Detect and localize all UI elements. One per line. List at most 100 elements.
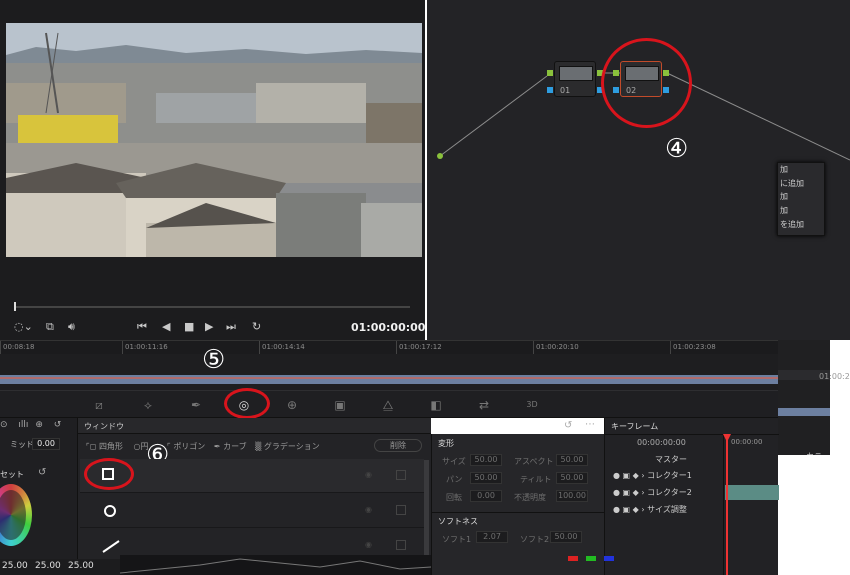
field-label: ソフト2 [520, 535, 550, 544]
keyframe-row[interactable]: ● ▣ ◆ › サイズ調整 [613, 504, 687, 515]
polygon-tool[interactable]: ⌜ ポリゴン [167, 442, 205, 451]
rectangle-tool[interactable]: ⌜◻ 四角形 [86, 442, 123, 451]
magic-mask-icon[interactable]: ▣ [329, 396, 351, 414]
red-channel-indicator [568, 556, 578, 561]
divider [723, 434, 724, 575]
toggle-icon[interactable]: ◉ [365, 470, 372, 479]
node-key-input-icon[interactable] [547, 87, 553, 93]
qualifier-icon[interactable]: ⟡ [137, 396, 159, 414]
curve-tool[interactable]: ✒ カーブ [214, 442, 247, 451]
opacity-field[interactable]: 100.00 [556, 490, 588, 502]
rotation-field[interactable]: 0.00 [470, 490, 502, 502]
keyframe-title: キーフレーム [611, 422, 659, 431]
aspect-field[interactable]: 50.00 [556, 454, 588, 466]
scope-icon[interactable]: ⊕ [35, 420, 43, 430]
more-options-icon[interactable]: ⋯ [585, 419, 595, 430]
viewer-panel: ◌⌄ ⧉ 🔊︎ ⏮ ◀ ■ ▶ ⏭ ↻ 01:00:00:00 [0, 0, 425, 340]
context-menu-item[interactable]: を追加 [778, 218, 824, 232]
toggle-icon[interactable]: ◉ [365, 505, 372, 514]
context-menu[interactable]: 加 に追加 加 加 を追加 [777, 162, 825, 236]
curves-icon[interactable]: ⧄ [88, 396, 110, 414]
node-thumbnail [559, 66, 593, 81]
loop-icon[interactable]: ↻ [252, 320, 261, 333]
window-tool-row: ⌜◻ 四角形 ○円 ⌜ ポリゴン ✒ カーブ ▒ グラデーション [86, 441, 386, 452]
tilt-field[interactable]: 50.00 [556, 472, 588, 484]
speaker-icon[interactable]: 🔊︎ [68, 320, 75, 334]
annotation-4: ④ [665, 134, 689, 164]
highlight-circle-window [224, 388, 270, 419]
page-margin [830, 455, 850, 575]
keyframe-row[interactable]: ● ▣ ◆ › コレクター2 [613, 487, 692, 498]
play-icon[interactable]: ▶ [205, 320, 213, 333]
scope-graph [120, 558, 431, 574]
size-field[interactable]: 50.00 [470, 454, 502, 466]
soft1-field[interactable]: 2.07 [476, 531, 508, 543]
playhead[interactable] [14, 302, 16, 311]
tool-label: 四角形 [98, 442, 123, 451]
ruler-tick: 01:00:23:08 [670, 341, 716, 355]
preset-label: セット [0, 470, 24, 479]
play-reverse-icon[interactable]: ◀ [162, 320, 170, 333]
field-label: パン [446, 475, 463, 484]
context-menu-item[interactable]: 加 [778, 163, 824, 177]
sizing-icon[interactable]: ⇄ [473, 396, 495, 414]
mid-value-field[interactable]: 0.00 [32, 438, 60, 450]
pan-field[interactable]: 50.00 [470, 472, 502, 484]
field-label: ティルト [520, 475, 552, 484]
target-icon[interactable]: ⊙ [0, 420, 8, 430]
keyframe-row[interactable]: ● ▣ ◆ › コレクター1 [613, 470, 692, 481]
key-icon[interactable]: ◧ [425, 396, 447, 414]
input-port-icon[interactable] [437, 153, 443, 159]
soft2-field[interactable]: 50.00 [550, 531, 582, 543]
delete-button[interactable]: 削除 [374, 439, 422, 452]
window-row-circle[interactable]: ◉ [80, 494, 424, 528]
node-input-port-icon[interactable] [547, 70, 553, 76]
3d-icon[interactable]: 3D [521, 396, 543, 414]
reset-icon[interactable]: ↺ [38, 467, 46, 478]
green-channel-indicator [586, 556, 596, 561]
viewer-mode-icon[interactable]: ◌⌄ [14, 320, 33, 333]
node-01[interactable]: 01 [554, 61, 596, 97]
bottom-value[interactable]: 25.00 [35, 561, 61, 571]
timeline-track-area[interactable] [0, 354, 778, 390]
keyframe-row-label: サイズ調整 [647, 505, 687, 514]
bottom-value[interactable]: 25.00 [68, 561, 94, 571]
checkbox[interactable] [396, 540, 406, 550]
keyframe-playhead [726, 440, 728, 575]
keyframe-panel: キーフレーム 00:00:00:00 00:00:00 マスター ● ▣ ◆ ›… [604, 418, 779, 575]
blur-icon[interactable]: ⧋ [377, 396, 399, 414]
ruler-tick: 01:00:20:10 [533, 341, 579, 355]
keyframe-row-master[interactable]: マスター [655, 454, 687, 465]
transform-title: 変形 [438, 439, 454, 448]
eyedropper-icon[interactable]: ✒ [185, 396, 207, 414]
left-panel-icons: ⊙ ıllı ⊕ ↺ [0, 420, 78, 432]
keyframe-timecode: 00:00:00:00 [637, 438, 686, 447]
bottom-value[interactable]: 25.00 [2, 561, 28, 571]
ruler-tick: 01:00:14:14 [259, 341, 305, 355]
go-to-end-icon[interactable]: ⏭ [226, 320, 236, 334]
reset-icon[interactable]: ↺ [564, 420, 572, 431]
highlight-circle-node [601, 38, 692, 128]
reset-icon[interactable]: ↺ [54, 420, 62, 430]
divider [432, 512, 605, 513]
viewer-scrubber[interactable] [14, 306, 410, 308]
circle-icon [104, 505, 116, 517]
context-menu-item[interactable]: 加 [778, 190, 824, 204]
transform-panel: 変形 サイズ 50.00 アスペクト 50.00 パン 50.00 ティルト 5… [431, 434, 605, 575]
toggle-icon[interactable]: ◉ [365, 540, 372, 549]
checkbox[interactable] [396, 505, 406, 515]
context-menu-item[interactable]: 加 [778, 204, 824, 218]
timeline-ruler[interactable]: 00:08:18 01:00:11:16 01:00:14:14 01:00:1… [0, 340, 778, 355]
context-menu-item[interactable]: に追加 [778, 177, 824, 191]
gradient-tool[interactable]: ▒ グラデーション [255, 442, 320, 451]
tracker-icon[interactable]: ⊕ [281, 396, 303, 414]
go-to-start-icon[interactable]: ⏮ [137, 320, 147, 334]
layers-icon[interactable]: ⧉ [46, 320, 54, 334]
scope-strip [120, 555, 431, 575]
checkbox[interactable] [396, 470, 406, 480]
stop-icon[interactable]: ■ [184, 320, 194, 333]
bars-icon[interactable]: ıllı [18, 420, 28, 430]
ruler-tick: 01:00:11:16 [122, 341, 168, 355]
window-list-scrollbar[interactable] [424, 460, 429, 555]
tool-label: グラデーション [263, 442, 320, 451]
